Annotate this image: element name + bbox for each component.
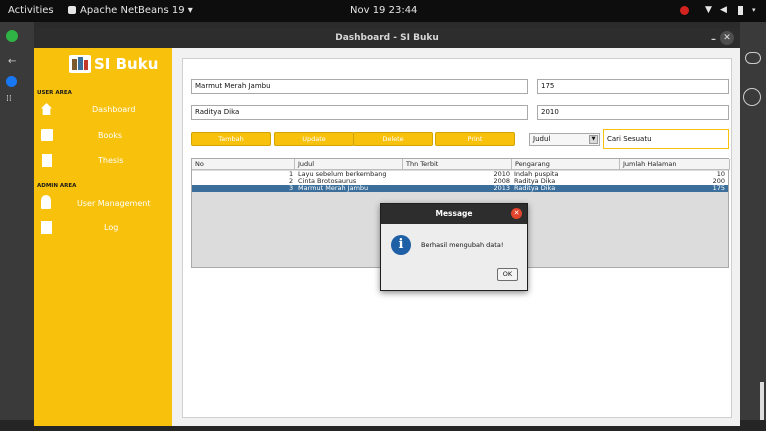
ok-button[interactable]: OK: [497, 268, 518, 281]
cell-pengarang: Raditya Dika: [514, 184, 556, 192]
admin-area-heading: ADMIN AREA: [37, 183, 77, 189]
dialog-titlebar[interactable]: Message ✕: [381, 204, 527, 224]
tambah-button[interactable]: Tambah: [191, 132, 271, 146]
sidebar-item-books[interactable]: Books: [98, 131, 122, 140]
minimize-icon[interactable]: –: [711, 30, 716, 50]
system-top-bar: Activities Apache NetBeans 19 ▾ Nov 19 2…: [0, 0, 766, 22]
pengarang-field[interactable]: Raditya Dika: [191, 105, 528, 120]
sidebar: SI Buku USER AREA Dashboard Books Thesis…: [34, 48, 172, 426]
facebook-icon[interactable]: [6, 76, 17, 87]
sidebar-item-log[interactable]: Log: [104, 223, 118, 232]
search-by-value: Judul: [533, 135, 551, 143]
delete-button[interactable]: Delete: [353, 132, 433, 146]
info-icon: i: [391, 235, 411, 255]
cell-judul: Marmut Merah Jambu: [298, 184, 369, 192]
battery-icon[interactable]: [738, 6, 743, 15]
close-icon[interactable]: ✕: [720, 31, 734, 45]
table-row[interactable]: 2 Cinta Brotosaurus 2008 Raditya Dika 20…: [192, 178, 728, 185]
judul-field[interactable]: Marmut Merah Jambu: [191, 79, 528, 94]
netbeans-app-icon: [68, 6, 76, 14]
scrollbar[interactable]: [760, 382, 764, 420]
table-row[interactable]: 1 Layu sebelum berkembang 2010 Indah pus…: [192, 171, 728, 178]
window-title: Dashboard - SI Buku: [335, 33, 439, 43]
search-input[interactable]: Cari Sesuatu: [603, 129, 729, 149]
window-titlebar[interactable]: Dashboard - SI Buku – ✕: [34, 28, 740, 48]
record-indicator-icon[interactable]: [680, 6, 689, 15]
column-header-no[interactable]: No: [192, 159, 295, 170]
volume-icon[interactable]: ◀: [720, 5, 727, 15]
wifi-icon[interactable]: ▼: [705, 5, 712, 15]
profile-icon[interactable]: [743, 88, 761, 106]
column-header-pengarang[interactable]: Pengarang: [512, 159, 620, 170]
cell-jumlah: 175: [712, 184, 725, 192]
message-dialog: Message ✕ i Berhasil mengubah data! OK: [380, 203, 528, 291]
books-icon: [41, 129, 53, 141]
back-arrow-icon[interactable]: ←: [8, 56, 16, 67]
column-header-thn-terbit[interactable]: Thn Terbit: [403, 159, 512, 170]
log-icon: [41, 221, 52, 234]
dialog-close-icon[interactable]: ✕: [511, 208, 522, 219]
app-menu[interactable]: Apache NetBeans 19 ▾: [80, 5, 193, 16]
update-button[interactable]: Update: [274, 132, 354, 146]
activities-button[interactable]: Activities: [8, 5, 54, 16]
books-logo-icon: [69, 55, 91, 73]
whatsapp-icon[interactable]: [6, 30, 18, 42]
browser-control-icon[interactable]: [745, 52, 761, 64]
brand-title: SI Buku: [94, 55, 159, 73]
column-header-judul[interactable]: Judul: [295, 159, 403, 170]
sidebar-item-user-management[interactable]: User Management: [77, 199, 150, 208]
dialog-message: Berhasil mengubah data!: [421, 241, 504, 249]
thesis-icon: [42, 154, 52, 167]
jumlah-halaman-field[interactable]: 175: [537, 79, 729, 94]
tahun-field[interactable]: 2010: [537, 105, 729, 120]
search-by-select[interactable]: Judul ▼: [529, 133, 600, 146]
dialog-title: Message: [435, 209, 473, 218]
background-ide-right: [740, 22, 766, 431]
cell-no: 3: [289, 184, 294, 192]
grid-icon[interactable]: ⁞⁞: [6, 94, 12, 104]
sidebar-item-dashboard[interactable]: Dashboard: [92, 105, 135, 114]
clock[interactable]: Nov 19 23:44: [350, 5, 417, 16]
user-area-heading: USER AREA: [37, 90, 72, 96]
system-menu-icon[interactable]: ▾: [752, 6, 756, 14]
sidebar-item-thesis[interactable]: Thesis: [98, 156, 123, 165]
column-header-jumlah-halaman[interactable]: Jumlah Halaman: [620, 159, 730, 170]
cell-thn: 2013: [493, 184, 510, 192]
home-icon: [41, 103, 52, 115]
print-button[interactable]: Print: [435, 132, 515, 146]
table-row-selected[interactable]: 3 Marmut Merah Jambu 2013 Raditya Dika 1…: [192, 185, 728, 192]
chevron-down-icon[interactable]: ▼: [589, 135, 598, 144]
user-icon: [41, 195, 51, 209]
background-ide-left: ← ⁞⁞: [0, 22, 34, 431]
